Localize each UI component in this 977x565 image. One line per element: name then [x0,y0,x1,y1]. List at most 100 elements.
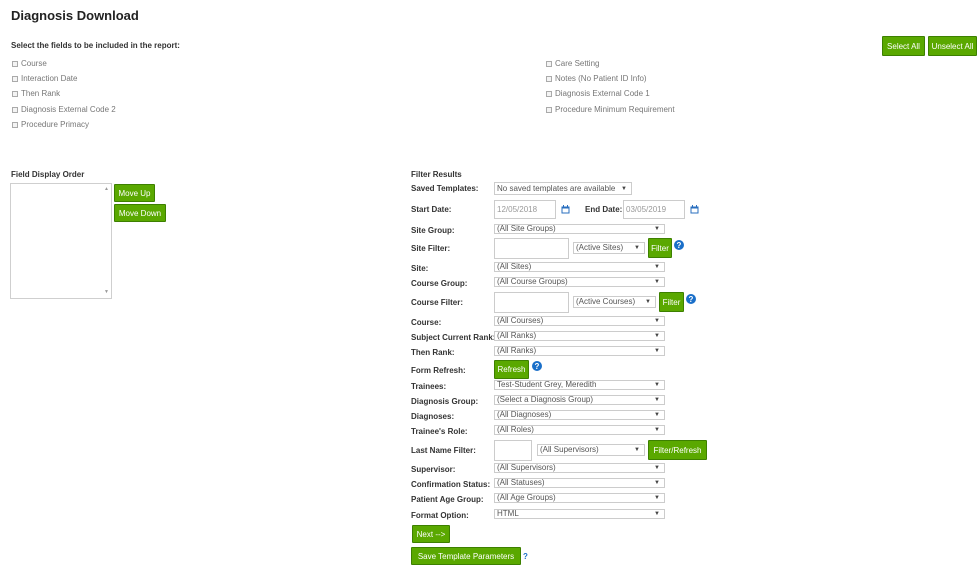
caret-down-icon: ▼ [645,299,651,305]
diagnosis-group-label: Diagnosis Group: [411,397,479,406]
select-value: HTML [497,509,519,518]
select-value: (All Course Groups) [497,277,568,286]
last-name-supervisor-select[interactable]: (All Supervisors) ▼ [537,444,645,456]
field-display-order-label: Field Display Order [11,170,85,179]
field-checkbox-diagnosis-external-code-1[interactable]: Diagnosis External Code 1 [546,89,650,98]
calendar-icon[interactable] [690,205,699,214]
field-checkbox-notes[interactable]: Notes (No Patient ID Info) [546,74,647,83]
format-option-select[interactable]: HTML ▼ [494,509,665,519]
question-icon[interactable]: ? [523,552,528,561]
checkbox-label: Care Setting [555,59,600,68]
caret-down-icon: ▼ [654,397,660,403]
saved-templates-select[interactable]: No saved templates are available ▼ [494,182,632,195]
site-select[interactable]: (All Sites) ▼ [494,262,665,272]
checkbox-label: Procedure Minimum Requirement [555,105,675,114]
course-filter-select[interactable]: (Active Courses) ▼ [573,296,656,308]
move-down-button[interactable]: Move Down [114,204,166,222]
caret-down-icon: ▼ [654,412,660,418]
start-date-label: Start Date: [411,205,452,214]
scroll-up-icon[interactable]: ▲ [104,186,109,192]
diagnoses-label: Diagnoses: [411,412,455,421]
select-value: No saved templates are available [497,183,616,193]
site-filter-input[interactable] [494,238,569,259]
saved-templates-label: Saved Templates: [411,184,479,193]
select-value: (All Diagnoses) [497,410,552,419]
field-checkbox-care-setting[interactable]: Care Setting [546,59,599,68]
caret-down-icon: ▼ [621,185,627,192]
caret-down-icon: ▼ [654,382,660,388]
field-checkbox-procedure-minimum-requirement[interactable]: Procedure Minimum Requirement [546,105,675,114]
caret-down-icon: ▼ [654,226,660,232]
course-filter-input[interactable] [494,292,569,313]
move-up-button[interactable]: Move Up [114,184,155,202]
next-button[interactable]: Next --> [412,525,450,543]
caret-down-icon: ▼ [654,279,660,285]
site-filter-select[interactable]: (Active Sites) ▼ [573,242,645,254]
diagnosis-group-select[interactable]: (Select a Diagnosis Group) ▼ [494,395,665,405]
supervisor-label: Supervisor: [411,465,456,474]
select-value: (Active Courses) [576,297,636,306]
field-checkbox-then-rank[interactable]: Then Rank [12,89,60,98]
checkbox-label: Then Rank [21,89,61,98]
course-select[interactable]: (All Courses) ▼ [494,316,665,326]
course-group-select[interactable]: (All Course Groups) ▼ [494,277,665,287]
select-value: (All Sites) [497,262,532,271]
course-filter-button[interactable]: Filter [659,292,684,312]
select-value: (All Age Groups) [497,493,556,502]
form-refresh-label: Form Refresh: [411,366,466,375]
checkbox[interactable] [546,90,552,97]
select-value: (Active Sites) [576,243,624,252]
filter-results-heading: Filter Results [411,170,462,179]
select-value: (All Courses) [497,316,544,325]
question-circle-icon[interactable]: ? [686,294,696,304]
subject-current-rank-select[interactable]: (All Ranks) ▼ [494,331,665,341]
last-name-filter-label: Last Name Filter: [411,446,476,455]
patient-age-group-select[interactable]: (All Age Groups) ▼ [494,493,665,503]
field-checkbox-interaction-date[interactable]: Interaction Date [12,74,77,83]
site-filter-button[interactable]: Filter [648,238,672,258]
field-checkbox-procedure-primacy[interactable]: Procedure Primacy [12,120,89,129]
site-group-select[interactable]: (All Site Groups) ▼ [494,224,665,234]
page-title: Diagnosis Download [11,8,139,23]
checkbox[interactable] [12,121,18,128]
save-template-parameters-button[interactable]: Save Template Parameters [411,547,521,565]
checkbox[interactable] [12,75,18,82]
field-checkbox-course[interactable]: Course [12,59,47,68]
last-name-filter-input[interactable] [494,440,532,461]
select-value: (Select a Diagnosis Group) [497,395,594,404]
question-circle-icon[interactable]: ? [532,361,542,371]
unselect-all-button[interactable]: Unselect All [928,36,977,56]
checkbox[interactable] [12,60,18,67]
site-group-label: Site Group: [411,226,455,235]
caret-down-icon: ▼ [654,495,660,501]
trainees-role-select[interactable]: (All Roles) ▼ [494,425,665,435]
subject-current-rank-label: Subject Current Rank: [411,333,496,342]
select-all-button[interactable]: Select All [882,36,925,56]
checkbox[interactable] [546,75,552,82]
end-date-input[interactable]: 03/05/2019 [623,200,685,219]
caret-down-icon: ▼ [654,348,660,354]
checkbox[interactable] [546,60,552,67]
calendar-icon[interactable] [561,205,570,214]
caret-down-icon: ▼ [634,447,640,453]
checkbox[interactable] [546,106,552,113]
patient-age-group-label: Patient Age Group: [411,495,484,504]
diagnoses-select[interactable]: (All Diagnoses) ▼ [494,410,665,420]
select-value: (All Supervisors) [497,463,556,472]
trainees-select[interactable]: Test-Student Grey, Meredith ▼ [494,380,665,390]
question-circle-icon[interactable]: ? [674,240,684,250]
then-rank-select[interactable]: (All Ranks) ▼ [494,346,665,356]
start-date-input[interactable]: 12/05/2018 [494,200,556,219]
checkbox-label: Diagnosis External Code 1 [555,89,650,98]
select-value: (All Statuses) [497,478,545,487]
checkbox[interactable] [12,90,18,97]
caret-down-icon: ▼ [654,427,660,433]
refresh-button[interactable]: Refresh [494,360,529,379]
supervisor-select[interactable]: (All Supervisors) ▼ [494,463,665,473]
filter-refresh-button[interactable]: Filter/Refresh [648,440,707,460]
field-checkbox-diagnosis-external-code-2[interactable]: Diagnosis External Code 2 [12,105,116,114]
scroll-down-icon[interactable]: ▼ [104,289,109,295]
confirmation-status-select[interactable]: (All Statuses) ▼ [494,478,665,488]
checkbox[interactable] [12,106,18,113]
field-order-listbox[interactable]: ▲ ▼ [10,183,112,299]
